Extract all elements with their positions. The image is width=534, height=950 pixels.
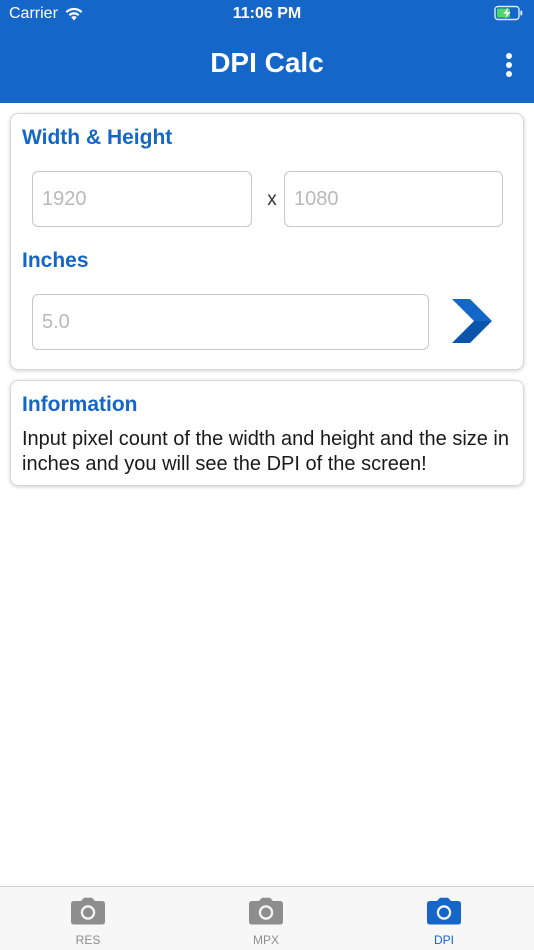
- tab-dpi[interactable]: DPI: [394, 887, 494, 950]
- width-height-label: Width & Height: [22, 126, 173, 149]
- battery-charging-icon: [494, 5, 523, 21]
- dimensions-card: Width & Height x Inches: [10, 113, 524, 370]
- tab-res[interactable]: RES: [38, 887, 138, 950]
- inches-label: Inches: [22, 249, 89, 272]
- page-title: DPI Calc: [210, 47, 324, 78]
- status-bar: Carrier 11:06 PM: [0, 0, 534, 28]
- tab-bar: RES MPX DPI: [0, 886, 534, 950]
- tab-label-dpi: DPI: [433, 933, 454, 947]
- width-input[interactable]: [32, 171, 252, 227]
- inches-input[interactable]: [32, 294, 429, 350]
- tab-mpx[interactable]: MPX: [216, 887, 316, 950]
- calculate-button[interactable]: [449, 297, 499, 347]
- camera-icon: [427, 897, 461, 925]
- height-input[interactable]: [284, 171, 503, 227]
- camera-icon: [71, 897, 105, 925]
- status-time: 11:06 PM: [232, 5, 302, 22]
- app-header: Carrier 11:06 PM DPI Calc: [0, 0, 534, 103]
- information-text: Input pixel count of the width and heigh…: [22, 428, 510, 475]
- information-title: Information: [22, 393, 138, 416]
- tab-label-mpx: MPX: [252, 933, 279, 947]
- more-vertical-icon: [506, 53, 512, 59]
- dimension-separator: x: [267, 189, 277, 210]
- more-menu-button[interactable]: [498, 48, 520, 82]
- camera-icon: [249, 897, 283, 925]
- chevron-right-icon: [452, 299, 492, 343]
- information-card: Information Input pixel count of the wid…: [10, 380, 524, 486]
- tab-label-res: RES: [75, 933, 101, 947]
